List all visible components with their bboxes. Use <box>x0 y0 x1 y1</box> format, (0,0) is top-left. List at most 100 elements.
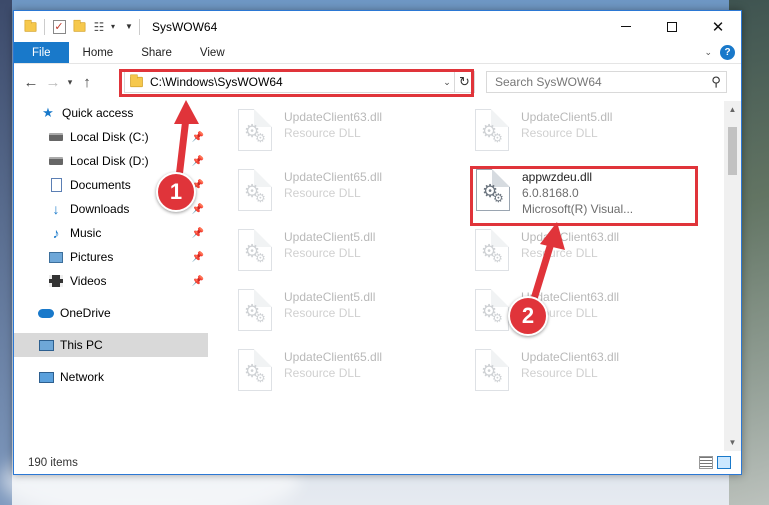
address-path[interactable]: C:\Windows\SysWOW64 <box>150 75 440 89</box>
file-name: UpdateClient63.dll <box>521 230 620 244</box>
file-item[interactable]: ⚙ ⚙ UpdateClient63.dll Resource DLL <box>238 107 458 157</box>
file-name: UpdateClient65.dll <box>284 170 383 184</box>
pin-icon: 📌 <box>191 131 204 143</box>
step-1-marker: 1 <box>156 172 196 212</box>
nav-network[interactable]: Network <box>14 365 208 389</box>
toolbar-divider <box>44 18 45 35</box>
file-explorer-window: ✓ ☷ ▾ ▼ SysWOW64 ✕ File Home Share View … <box>13 10 742 475</box>
file-description: Resource DLL <box>284 366 361 380</box>
file-item-appwzdeu[interactable]: ⚙ ⚙ appwzdeu.dll 6.0.8168.0 Microsoft(R) … <box>476 167 696 227</box>
nav-label: Local Disk (C:) <box>70 130 149 144</box>
status-bar: 190 items <box>14 451 741 474</box>
maximize-button[interactable] <box>649 11 695 42</box>
dll-file-icon: ⚙ ⚙ <box>238 229 272 271</box>
file-name: UpdateClient63.dll <box>284 110 383 124</box>
details-view-icon[interactable] <box>699 456 713 469</box>
file-name: UpdateClient63.dll <box>521 350 620 364</box>
scroll-thumb[interactable] <box>728 127 737 175</box>
address-bar[interactable]: C:\Windows\SysWOW64 ⌄ ↻ <box>124 71 475 93</box>
file-name: UpdateClient5.dll <box>284 230 376 244</box>
close-button[interactable]: ✕ <box>695 11 741 42</box>
nav-item-local-disk-d[interactable]: Local Disk (D:) 📌 <box>14 149 208 173</box>
new-folder-icon[interactable] <box>71 19 87 35</box>
nav-label: Pictures <box>70 250 114 264</box>
close-icon: ✕ <box>711 18 725 36</box>
file-item[interactable]: ⚙ ⚙ UpdateClient65.dll Resource DLL <box>238 167 458 217</box>
tab-share[interactable]: Share <box>127 42 186 63</box>
large-icons-view-icon[interactable] <box>717 456 731 469</box>
help-icon[interactable]: ? <box>720 45 735 60</box>
nav-label: OneDrive <box>60 306 111 320</box>
refresh-icon[interactable]: ↻ <box>454 72 474 92</box>
tab-view[interactable]: View <box>186 42 239 63</box>
scroll-down-icon[interactable]: ▼ <box>724 434 741 451</box>
computer-icon <box>38 337 54 353</box>
nav-label: Network <box>60 370 105 384</box>
customize-toolbar-icon[interactable]: ▼ <box>125 22 133 31</box>
dll-file-icon: ⚙ ⚙ <box>475 109 509 151</box>
pin-icon: 📌 <box>191 275 204 287</box>
search-icon[interactable]: ⚲ <box>706 74 726 90</box>
file-description: Resource DLL <box>284 246 361 260</box>
dll-file-icon: ⚙ ⚙ <box>475 289 509 331</box>
title-bar: ✓ ☷ ▾ ▼ SysWOW64 ✕ <box>14 11 741 42</box>
quick-access-toolbar: ✓ ☷ ▾ ▼ <box>14 18 142 35</box>
star-icon: ★ <box>42 105 54 120</box>
step-2-marker: 2 <box>508 296 548 336</box>
nav-quick-access[interactable]: ★ Quick access <box>14 101 208 125</box>
file-item[interactable]: ⚙ ⚙ UpdateClient5.dll Resource DLL <box>238 287 458 337</box>
file-name: UpdateClient5.dll <box>521 110 613 124</box>
dll-file-icon: ⚙ ⚙ <box>238 289 272 331</box>
file-description: Resource DLL <box>521 366 598 380</box>
minimize-button[interactable] <box>603 11 649 42</box>
nav-label: Videos <box>70 274 107 288</box>
nav-item-videos[interactable]: Videos 📌 <box>14 269 208 293</box>
nav-item-music[interactable]: ♪ Music 📌 <box>14 221 208 245</box>
back-arrow-icon[interactable]: ← <box>20 74 42 91</box>
ribbon-right: ⌄ ? <box>704 45 735 60</box>
expand-ribbon-icon[interactable]: ⌄ <box>704 47 712 58</box>
toolbar-divider <box>138 18 140 35</box>
tab-home[interactable]: Home <box>69 42 128 63</box>
file-item[interactable]: ⚙ ⚙ UpdateClient63.dll Resource DLL <box>475 227 695 277</box>
view-icon[interactable]: ☷ <box>91 19 107 35</box>
forward-arrow-icon[interactable]: → <box>42 74 64 91</box>
file-description: Resource DLL <box>521 126 598 140</box>
folder-icon <box>22 19 38 35</box>
recent-locations-icon[interactable]: ▾ <box>64 77 76 88</box>
download-icon: ↓ <box>52 201 60 217</box>
minimize-icon <box>621 26 631 27</box>
vertical-scrollbar[interactable]: ▲ ▼ <box>724 101 741 451</box>
chevron-down-icon[interactable]: ▾ <box>111 22 115 31</box>
nav-label: Local Disk (D:) <box>70 154 149 168</box>
nav-onedrive[interactable]: OneDrive <box>14 301 208 325</box>
file-item[interactable]: ⚙ ⚙ UpdateClient63.dll Resource DLL <box>475 347 695 397</box>
cloud-icon <box>38 305 54 321</box>
tab-file[interactable]: File <box>14 42 69 63</box>
search-box[interactable]: Search SysWOW64 ⚲ <box>486 71 727 93</box>
nav-item-local-disk-c[interactable]: Local Disk (C:) 📌 <box>14 125 208 149</box>
file-description: Microsoft(R) Visual... <box>522 202 634 216</box>
chevron-down-icon[interactable]: ⌄ <box>440 77 454 88</box>
scroll-up-icon[interactable]: ▲ <box>724 101 741 118</box>
file-item[interactable]: ⚙ ⚙ UpdateClient5.dll Resource DLL <box>475 107 695 157</box>
file-item[interactable]: ⚙ ⚙ UpdateClient5.dll Resource DLL <box>238 227 458 277</box>
properties-icon[interactable]: ✓ <box>51 19 67 35</box>
nav-label: Downloads <box>70 202 130 216</box>
file-description: Resource DLL <box>284 186 361 200</box>
nav-this-pc[interactable]: This PC <box>14 333 208 357</box>
file-item[interactable]: ⚙ ⚙ UpdateClient65.dll Resource DLL <box>238 347 458 397</box>
file-name: UpdateClient65.dll <box>284 350 383 364</box>
item-count: 190 items <box>28 457 78 469</box>
up-arrow-icon[interactable]: ↑ <box>76 74 98 91</box>
nav-label: This PC <box>60 338 103 352</box>
videos-icon <box>48 273 64 289</box>
search-input[interactable]: Search SysWOW64 <box>487 75 706 89</box>
nav-item-pictures[interactable]: Pictures 📌 <box>14 245 208 269</box>
file-version: 6.0.8168.0 <box>522 186 579 200</box>
pin-icon: 📌 <box>191 155 204 167</box>
file-name: UpdateClient5.dll <box>284 290 376 304</box>
